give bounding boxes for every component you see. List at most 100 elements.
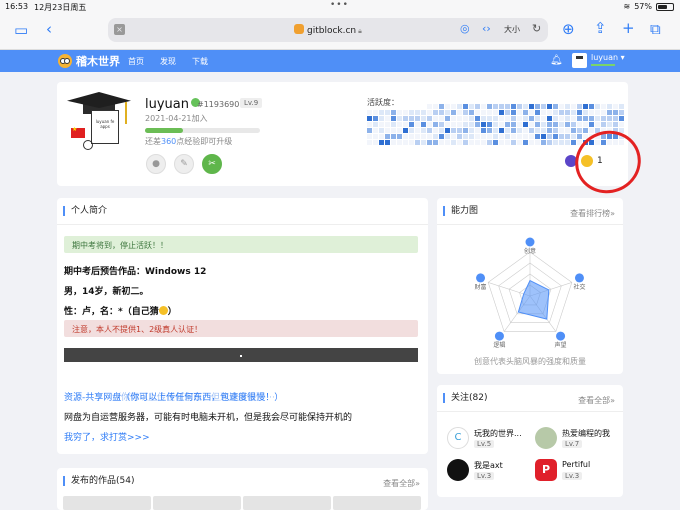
- back-icon[interactable]: ‹: [46, 22, 52, 37]
- activity-cell: [499, 128, 504, 133]
- activity-cell: [553, 122, 558, 127]
- activity-cell: [559, 134, 564, 139]
- activity-cell: [415, 122, 420, 127]
- owl-logo-icon: [58, 54, 72, 68]
- activity-cell: [457, 140, 462, 145]
- activity-cell: [511, 116, 516, 121]
- sidebar-toggle-icon[interactable]: ▭: [14, 23, 28, 38]
- activity-cell: [433, 128, 438, 133]
- activity-cell: [619, 122, 624, 127]
- nav-user-menu[interactable]: luyuan ▾: [591, 53, 625, 66]
- activity-cell: [541, 128, 546, 133]
- activity-cell: [547, 128, 552, 133]
- activity-cell: [427, 110, 432, 115]
- activity-cell: [409, 116, 414, 121]
- activity-cell: [553, 104, 558, 109]
- activity-cell: [463, 134, 468, 139]
- activity-cell: [541, 140, 546, 145]
- activity-cell: [397, 128, 402, 133]
- share-icon[interactable]: ⇪: [594, 21, 607, 36]
- status-right: ≋ 57%: [624, 2, 674, 11]
- reload-icon[interactable]: ↻: [532, 22, 541, 35]
- donate-link[interactable]: 我穷了，求打赏>>>: [64, 430, 150, 443]
- edit-button[interactable]: ✎: [174, 154, 194, 174]
- work-thumbnail[interactable]: [63, 496, 151, 510]
- medal-button[interactable]: ●: [146, 154, 166, 174]
- nav-link-download[interactable]: 下载: [192, 56, 208, 67]
- ranking-link[interactable]: 查看排行榜»: [570, 208, 615, 219]
- activity-cell: [481, 134, 486, 139]
- close-tab-icon[interactable]: ×: [114, 24, 125, 35]
- activity-cell: [391, 116, 396, 121]
- nav-link-home[interactable]: 首页: [128, 56, 144, 67]
- follow-item[interactable]: 我是axt Lv.3: [447, 459, 537, 485]
- activity-cell: [529, 134, 534, 139]
- extension-icon[interactable]: ◎: [460, 22, 470, 35]
- site-logo[interactable]: 稽木世界: [58, 53, 120, 69]
- activity-cell: [511, 140, 516, 145]
- activity-cell: [481, 128, 486, 133]
- activity-cell: [481, 104, 486, 109]
- activity-cell: [475, 116, 480, 121]
- multitask-dots[interactable]: •••: [330, 0, 349, 10]
- follow-name: 我是axt: [474, 461, 503, 470]
- activity-cell: [523, 116, 528, 121]
- follow-level: Lv.3: [562, 472, 583, 480]
- activity-cell: [469, 104, 474, 109]
- follow-more-link[interactable]: 查看全部»: [578, 395, 615, 406]
- activity-cell: [379, 134, 384, 139]
- activity-cell: [505, 104, 510, 109]
- code-icon[interactable]: ‹›: [482, 22, 491, 35]
- intro-title: 个人简介: [63, 206, 107, 216]
- activity-cell: [379, 140, 384, 145]
- work-thumbnail[interactable]: [153, 496, 241, 510]
- activity-cell: [475, 140, 480, 145]
- intro-divider: [57, 224, 428, 225]
- follow-item[interactable]: P Pertiful Lv.3: [535, 459, 625, 485]
- notification-bell-icon[interactable]: 🔔︎: [550, 55, 563, 66]
- activity-cell: [601, 104, 606, 109]
- activity-cell: [511, 122, 516, 127]
- address-bar[interactable]: × gitblock.cn 🔒︎ ◎ ‹› 大小 ↻: [108, 18, 548, 42]
- activity-cell: [421, 128, 426, 133]
- new-tab-icon[interactable]: +: [622, 21, 635, 36]
- activity-cell: [619, 110, 624, 115]
- activity-cell: [457, 134, 462, 139]
- activity-cell: [439, 128, 444, 133]
- activity-cell: [445, 140, 450, 145]
- work-thumbnail[interactable]: [333, 496, 421, 510]
- activity-cell: [421, 134, 426, 139]
- activity-cell: [535, 134, 540, 139]
- activity-cell: [535, 122, 540, 127]
- tabs-overview-icon[interactable]: ⧉: [650, 22, 661, 37]
- activity-cell: [445, 134, 450, 139]
- intro-line-age: 男，14岁，新初二。: [64, 287, 149, 297]
- activity-cell: [553, 134, 558, 139]
- activity-cell: [571, 140, 576, 145]
- activity-cell: [505, 128, 510, 133]
- activity-cell: [487, 104, 492, 109]
- works-more-link[interactable]: 查看全部»: [383, 478, 420, 489]
- download-icon[interactable]: ⊕: [562, 22, 575, 37]
- follow-item[interactable]: C 玩我的世界... Lv.5: [447, 427, 537, 453]
- nav-avatar[interactable]: [572, 53, 587, 68]
- activity-cell: [487, 128, 492, 133]
- tools-button[interactable]: ✂: [202, 154, 222, 174]
- activity-cell: [577, 104, 582, 109]
- page-zoom-button[interactable]: 大小: [504, 24, 520, 35]
- activity-cell: [469, 134, 474, 139]
- battery-icon: [656, 2, 674, 11]
- activity-cell: [547, 134, 552, 139]
- activity-cell: [373, 110, 378, 115]
- nav-link-discover[interactable]: 发现: [160, 56, 176, 67]
- work-thumbnail[interactable]: [243, 496, 331, 510]
- intro-line-name-text: 性：卢，名：*（自己猜: [64, 307, 159, 317]
- url-display[interactable]: gitblock.cn 🔒︎: [294, 24, 362, 36]
- activity-cell: [403, 116, 408, 121]
- activity-cell: [583, 128, 588, 133]
- intro-line-preview: 期中考后预告作品：Windows 12: [64, 267, 207, 277]
- activity-cell: [433, 140, 438, 145]
- radar-axis-label: 声望: [555, 341, 567, 349]
- follow-item[interactable]: 热爱编程的我 Lv.7: [535, 427, 625, 453]
- favicon-icon: [294, 24, 304, 34]
